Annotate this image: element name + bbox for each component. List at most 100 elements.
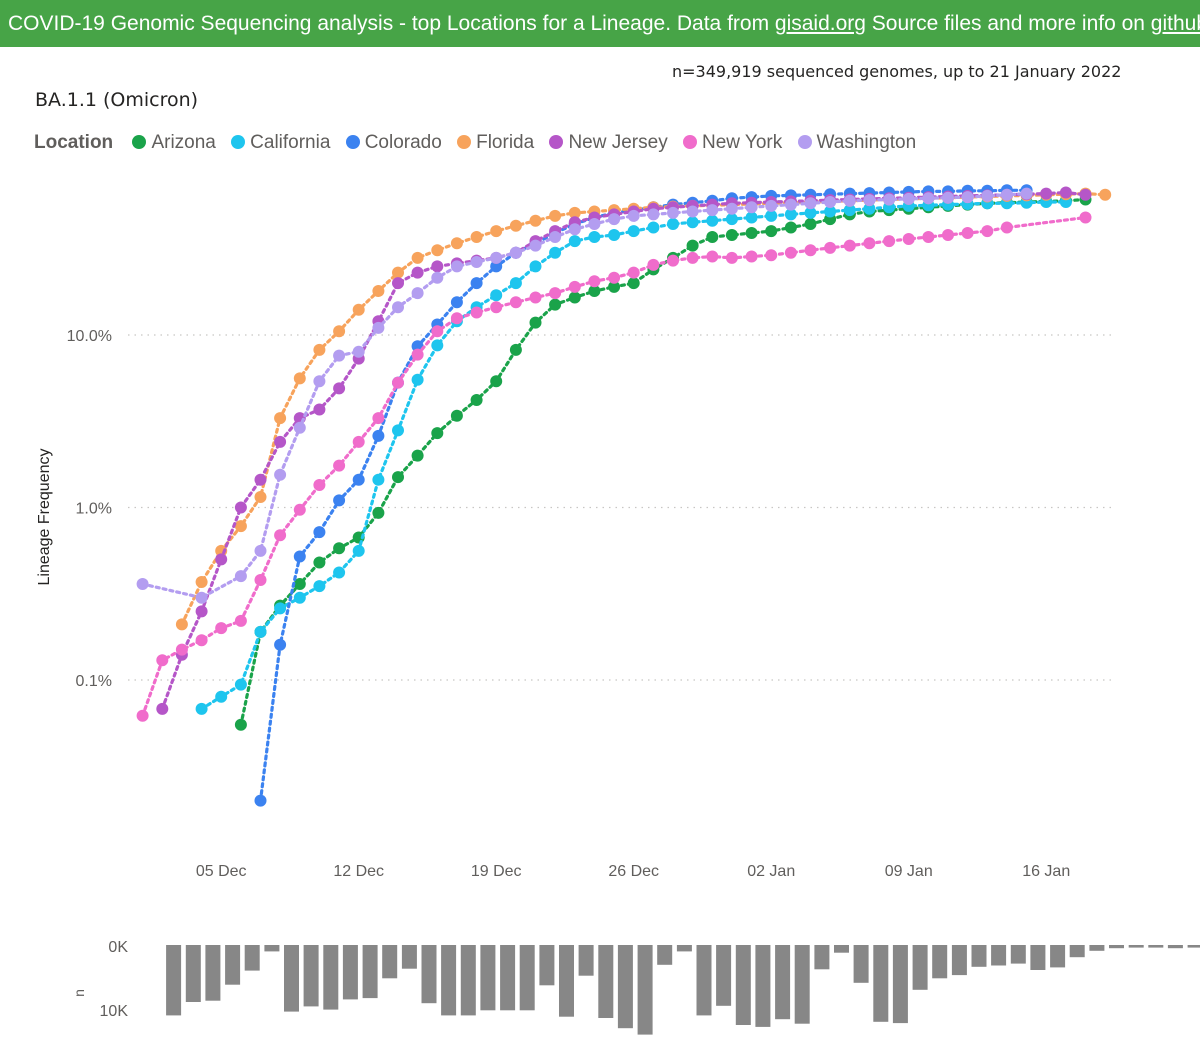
data-point[interactable] [627,225,640,238]
data-point[interactable] [706,214,719,227]
data-point[interactable] [549,231,562,243]
data-point[interactable] [234,501,247,514]
data-point[interactable] [431,427,444,440]
data-point[interactable] [686,205,699,218]
count-bar[interactable] [1069,945,1085,958]
data-point[interactable] [1079,211,1092,224]
count-bar[interactable] [853,945,869,983]
count-bar[interactable] [814,945,830,970]
data-point[interactable] [667,218,679,230]
data-point[interactable] [333,349,346,362]
data-point[interactable] [1000,188,1013,201]
data-point[interactable] [431,271,444,284]
data-point[interactable] [313,556,326,569]
data-point[interactable] [490,301,503,314]
count-bar[interactable] [225,945,241,985]
data-point[interactable] [627,266,640,279]
data-point[interactable] [175,643,188,656]
count-bar[interactable] [401,945,417,969]
data-point[interactable] [804,197,817,210]
data-point[interactable] [981,225,994,238]
count-bar[interactable] [578,945,594,976]
data-point[interactable] [706,250,719,263]
count-bar[interactable] [185,945,201,1002]
data-point[interactable] [234,570,247,583]
data-point[interactable] [195,702,208,715]
data-point[interactable] [588,231,601,243]
data-point[interactable] [274,468,287,481]
count-bar[interactable] [834,945,849,953]
data-point[interactable] [352,345,365,358]
data-point[interactable] [765,199,778,212]
data-point[interactable] [549,298,562,311]
data-point[interactable] [490,289,503,302]
data-point[interactable] [195,605,208,618]
data-point[interactable] [470,277,483,290]
data-point[interactable] [784,246,797,259]
data-point[interactable] [411,373,424,386]
data-point[interactable] [392,301,404,314]
data-point[interactable] [490,225,503,238]
data-point[interactable] [509,219,522,232]
data-point[interactable] [411,287,424,300]
count-bar[interactable] [284,945,299,1012]
legend-item-florida[interactable]: Florida [457,132,534,154]
count-bar[interactable] [1109,945,1124,949]
count-bar[interactable] [323,945,339,1010]
data-point[interactable] [529,260,542,273]
count-bar[interactable] [166,945,182,1016]
data-point[interactable] [725,202,738,215]
data-point[interactable] [824,241,837,254]
legend-item-arizona[interactable]: Arizona [132,132,216,154]
count-bar[interactable] [892,945,908,1024]
data-point[interactable] [392,376,404,389]
data-point[interactable] [647,258,660,271]
data-point[interactable] [372,412,385,425]
data-point[interactable] [863,194,876,207]
data-point[interactable] [725,213,738,226]
count-bar[interactable] [637,945,653,1035]
data-point[interactable] [784,198,797,211]
count-bar[interactable] [1050,945,1066,968]
data-point[interactable] [647,221,660,234]
data-point[interactable] [372,285,385,297]
count-bar[interactable] [1187,945,1200,948]
count-bar[interactable] [1010,945,1026,964]
data-point[interactable] [942,229,954,241]
data-point[interactable] [274,638,287,651]
data-point[interactable] [352,303,365,316]
data-point[interactable] [804,218,817,230]
data-point[interactable] [156,702,169,715]
data-point[interactable] [234,678,247,691]
data-point[interactable] [725,229,738,241]
data-point[interactable] [254,794,267,807]
count-bar[interactable] [716,945,732,1006]
data-point[interactable] [254,491,267,503]
legend-item-new-jersey[interactable]: New Jersey [549,132,668,154]
data-point[interactable] [234,718,247,731]
data-point[interactable] [470,394,483,406]
data-point[interactable] [784,221,797,234]
data-point[interactable] [195,576,208,588]
data-point[interactable] [392,424,404,437]
data-point[interactable] [490,251,503,264]
count-bar[interactable] [696,945,712,1016]
count-bar[interactable] [559,945,574,1017]
data-point[interactable] [450,260,463,273]
data-point[interactable] [234,520,247,533]
data-point[interactable] [352,473,365,486]
count-bar[interactable] [1128,945,1144,948]
count-bar[interactable] [362,945,378,999]
data-point[interactable] [529,291,542,304]
data-point[interactable] [411,449,424,462]
data-point[interactable] [372,429,385,442]
data-point[interactable] [372,473,385,486]
data-point[interactable] [431,260,444,273]
data-point[interactable] [313,526,326,539]
data-point[interactable] [215,690,228,703]
count-bar[interactable] [598,945,614,1018]
data-point[interactable] [745,250,758,263]
data-point[interactable] [490,375,503,388]
count-bar[interactable] [755,945,771,1027]
data-point[interactable] [372,321,385,334]
